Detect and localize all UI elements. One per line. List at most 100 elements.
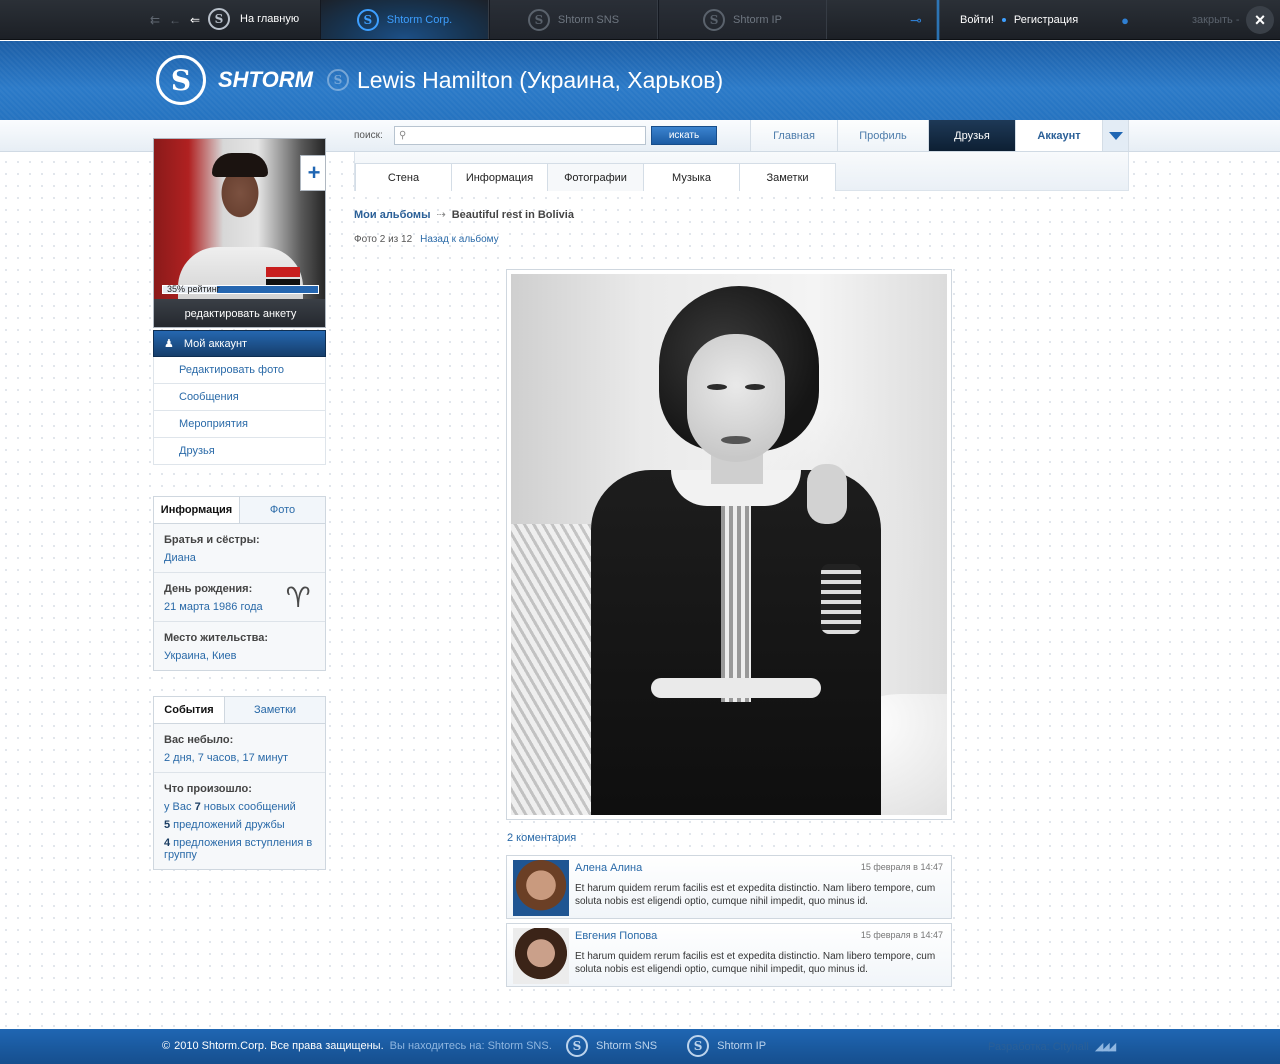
- tab-music[interactable]: Музыка: [643, 163, 740, 191]
- main-tabs: Главная Профиль Друзья Аккаунт: [750, 120, 1129, 151]
- sidebar-item-messages[interactable]: Сообщения: [153, 384, 326, 411]
- bullet-icon: [1001, 18, 1006, 22]
- user-icon[interactable]: ●: [1105, 0, 1145, 40]
- rating-bar: 35% рейтинг: [162, 284, 319, 294]
- tab-notes[interactable]: Заметки: [739, 163, 836, 191]
- info-value[interactable]: Диана: [164, 552, 315, 564]
- shtorm-logo-icon: S: [356, 8, 379, 31]
- sidebar-item-friends[interactable]: Друзья: [153, 438, 326, 465]
- copyright: © 2010 Shtorm.Corp. Все права защищены. …: [162, 1040, 552, 1052]
- footer-link-ip[interactable]: S Shtorm IP: [687, 1035, 766, 1057]
- breadcrumb-albums-link[interactable]: Мои альбомы: [354, 209, 430, 221]
- avatar[interactable]: [513, 860, 569, 916]
- person-icon: ♟: [164, 338, 174, 350]
- info-box: Информация Фото Братья и сёстры: Диана Д…: [153, 496, 326, 671]
- comment-date: 15 февраля в 14:47: [860, 930, 943, 940]
- back-to-album-link[interactable]: Назад к альбому: [420, 234, 498, 245]
- shtorm-logo-icon[interactable]: S: [156, 55, 206, 105]
- profile-subtabs: Стена Информация Фотографии Музыка Замет…: [355, 163, 836, 191]
- shtorm-logo-icon: S: [687, 1035, 710, 1057]
- tab-information[interactable]: Информация: [451, 163, 548, 191]
- history-nav: ⇇ ← ⇐: [148, 10, 202, 30]
- edit-profile-button[interactable]: редактировать анкету: [154, 299, 325, 327]
- tab-friends[interactable]: Друзья: [928, 120, 1015, 151]
- location-text: Вы находитесь на: Shtorm SNS.: [389, 1040, 552, 1052]
- photo-detail: [821, 564, 861, 634]
- new-messages-link[interactable]: у Вас 7 новых сообщений: [164, 801, 315, 813]
- footer-links: S Shtorm SNS S Shtorm IP: [566, 1035, 766, 1057]
- tab-photos[interactable]: Фотографии: [547, 163, 644, 191]
- close-label[interactable]: закрыть -: [1192, 14, 1240, 26]
- comment-item: Алена Алина 15 февраля в 14:47 Et harum …: [506, 855, 952, 919]
- footer-link-label: Shtorm SNS: [596, 1040, 658, 1052]
- forward-arrow-icon[interactable]: ⇐: [188, 10, 202, 30]
- tab-shtorm-sns[interactable]: S Shtorm SNS: [489, 0, 658, 39]
- tab-events[interactable]: События: [154, 697, 225, 723]
- event-tabs: События Заметки: [154, 697, 325, 724]
- login-link[interactable]: Войти!: [960, 14, 994, 26]
- close-icon[interactable]: ×: [1246, 6, 1274, 34]
- add-friend-plus-icon[interactable]: +: [300, 155, 325, 191]
- comment-author[interactable]: Алена Алина: [575, 862, 642, 874]
- tab-label: Shtorm Corp.: [386, 13, 453, 26]
- info-row-siblings: Братья и сёстры: Диана: [154, 524, 325, 573]
- tab-notes[interactable]: Заметки: [225, 697, 325, 723]
- sidebar-item-my-account[interactable]: ♟ Мой аккаунт: [153, 330, 326, 357]
- sidebar-item-edit-photo[interactable]: Редактировать фото: [153, 357, 326, 384]
- sidebar: + 35% рейтинг редактировать анкету ♟ Мой…: [153, 138, 326, 465]
- network-tabs: S Shtorm Corp. S Shtorm SNS S Shtorm IP: [320, 0, 827, 39]
- back-arrow-icon[interactable]: ←: [168, 10, 182, 30]
- copyright-text: 2010 Shtorm.Corp. Все права защищены.: [174, 1040, 384, 1052]
- search-button[interactable]: искать: [651, 126, 717, 145]
- page-title: Lewis Hamilton (Украина, Харьков): [356, 66, 724, 93]
- tab-home[interactable]: Главная: [750, 120, 837, 151]
- arrow-right-icon: ⇢: [436, 209, 446, 221]
- tab-shtorm-corp[interactable]: S Shtorm Corp.: [320, 0, 489, 39]
- tab-account[interactable]: Аккаунт: [1015, 120, 1102, 151]
- info-label: Место жительства:: [164, 632, 268, 644]
- tab-profile[interactable]: Профиль: [837, 120, 928, 151]
- home-link-label: На главную: [240, 13, 300, 25]
- sidebar-item-events[interactable]: Мероприятия: [153, 411, 326, 438]
- group-invites-link[interactable]: 4 предложения вступления в группу: [164, 837, 315, 861]
- chevron-down-icon: [1108, 131, 1123, 140]
- sidebar-menu: ♟ Мой аккаунт Редактировать фото Сообщен…: [153, 330, 326, 465]
- top-bar: ⇇ ← ⇐ S На главную S Shtorm Corp. S Shto…: [0, 0, 1280, 40]
- search-label: поиск:: [354, 130, 383, 141]
- home-link[interactable]: S На главную: [208, 8, 299, 30]
- comment-text: Et harum quidem rerum facilis est et exp…: [575, 951, 936, 975]
- tabs-dropdown[interactable]: [1102, 120, 1129, 151]
- photo-detail: [651, 678, 821, 698]
- comment-date: 15 февраля в 14:47: [860, 862, 943, 872]
- back-double-arrow-icon[interactable]: ⇇: [148, 10, 162, 30]
- footer-link-sns[interactable]: S Shtorm SNS: [566, 1035, 657, 1057]
- developer-link[interactable]: Разработка: Cityhall: [988, 1041, 1089, 1053]
- photo-detail: [266, 267, 300, 277]
- tab-shtorm-ip[interactable]: S Shtorm IP: [658, 0, 827, 39]
- sidebar-item-label: Мой аккаунт: [183, 337, 248, 350]
- friend-requests-link[interactable]: 5 предложений дружбы: [164, 819, 315, 831]
- comment-item: Евгения Попова 15 февраля в 14:47 Et har…: [506, 923, 952, 987]
- comment-author[interactable]: Евгения Попова: [575, 930, 657, 942]
- search-box: ⚲: [394, 126, 646, 145]
- brand-text: SHTORM: [218, 67, 313, 92]
- info-value[interactable]: Украина, Киев: [164, 650, 315, 662]
- tab-wall[interactable]: Стена: [355, 163, 452, 191]
- aries-zodiac-icon: ♈: [285, 582, 311, 613]
- album-photo[interactable]: [511, 274, 947, 815]
- photo-detail: [807, 464, 847, 524]
- comments-count-link[interactable]: 2 коментария: [507, 832, 576, 844]
- tab-info[interactable]: Информация: [154, 497, 240, 523]
- breadcrumb: Мои альбомы ⇢ Beautiful rest in Bolivia: [354, 208, 574, 222]
- photo-nav: Фото 2 из 12 Назад к альбому: [354, 234, 499, 245]
- ev-text: предложений дружбы: [170, 819, 285, 831]
- tab-photo[interactable]: Фото: [240, 497, 325, 523]
- login-area: ⊸ Войти! Регистрация: [896, 0, 1078, 40]
- avatar[interactable]: [513, 928, 569, 984]
- search-input[interactable]: [410, 130, 631, 141]
- search-icon: ⚲: [399, 130, 407, 141]
- divider: [936, 0, 940, 40]
- shtorm-logo-icon: S: [208, 8, 230, 30]
- photo-frame: [506, 269, 952, 820]
- register-link[interactable]: Регистрация: [1014, 14, 1078, 26]
